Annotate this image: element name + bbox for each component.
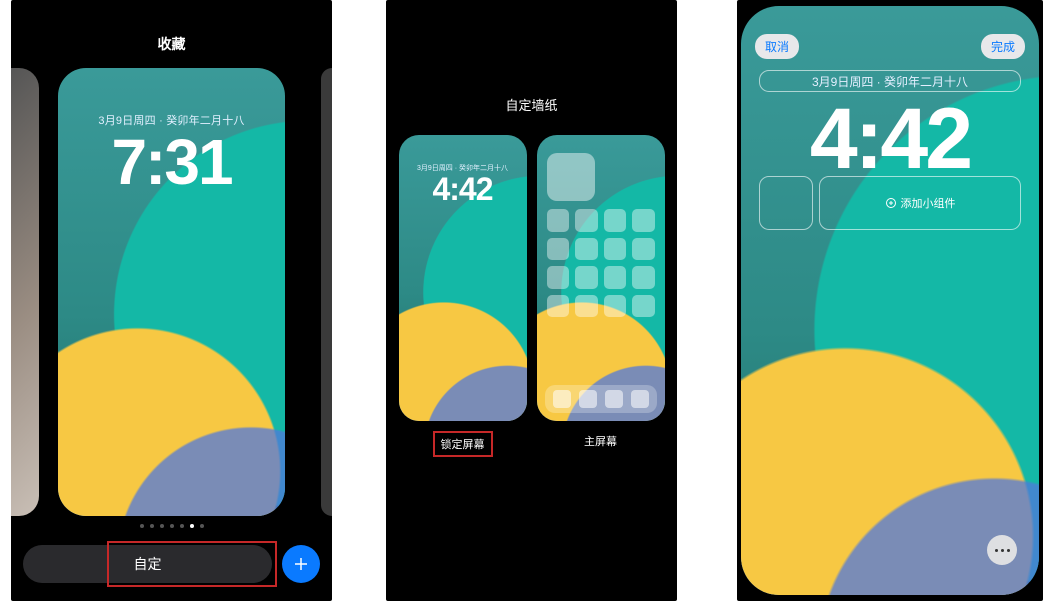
home-screen-label: 主屏幕 — [537, 433, 665, 449]
app-icon — [631, 390, 649, 408]
widget-slot-square[interactable] — [759, 176, 813, 230]
page-dot — [180, 524, 184, 528]
gallery-title: 收藏 — [11, 34, 332, 54]
app-icon — [547, 295, 570, 318]
app-icon — [547, 266, 570, 289]
page-dot — [140, 524, 144, 528]
highlight-box-lockscreen: 锁定屏幕 — [433, 431, 493, 457]
plus-icon — [292, 555, 310, 573]
lock-time-label: 7:31 — [58, 130, 285, 194]
app-icon — [632, 266, 655, 289]
ellipsis-dot — [1001, 549, 1004, 552]
app-icon — [547, 209, 570, 232]
add-widget-label: 添加小组件 — [901, 195, 956, 211]
current-wallpaper-card[interactable]: 3月9日周四 · 癸卯年二月十八 7:31 — [58, 68, 285, 516]
date-widget-slot[interactable]: 3月9日周四 · 癸卯年二月十八 — [759, 70, 1021, 92]
page-dot — [190, 524, 194, 528]
app-icon — [604, 295, 627, 318]
prev-wallpaper-peek[interactable] — [11, 68, 39, 516]
time-widget-slot[interactable]: 4:42 — [741, 96, 1039, 182]
page-dot — [200, 524, 204, 528]
home-screen-preview — [537, 135, 665, 421]
page-dot — [170, 524, 174, 528]
cancel-button[interactable]: 取消 — [755, 34, 799, 59]
plus-circle-icon — [885, 197, 897, 209]
page-dot — [150, 524, 154, 528]
app-icon — [605, 390, 623, 408]
dock — [545, 385, 657, 413]
page-dot — [160, 524, 164, 528]
page-indicator — [11, 515, 332, 533]
app-icon — [575, 295, 598, 318]
app-icon — [575, 266, 598, 289]
ellipsis-dot — [995, 549, 998, 552]
ellipsis-dot — [1007, 549, 1010, 552]
lock-time-label: 4:42 — [399, 173, 527, 205]
next-wallpaper-peek[interactable] — [321, 68, 332, 516]
add-wallpaper-button[interactable] — [282, 545, 320, 583]
app-icon — [632, 295, 655, 318]
home-screen-option[interactable]: 主屏幕 — [537, 135, 665, 457]
wallpaper-gallery-screen: 收藏 3月9日周四 · 癸卯年二月十八 7:31 自定 — [11, 0, 332, 601]
edit-lockscreen-screen: 取消 完成 3月9日周四 · 癸卯年二月十八 4:42 添加小组件 — [737, 0, 1043, 601]
app-icon — [547, 238, 570, 261]
lock-screen-label: 锁定屏幕 — [441, 439, 485, 451]
app-icon — [575, 209, 598, 232]
app-icon — [632, 238, 655, 261]
app-icon — [575, 238, 598, 261]
app-icon — [553, 390, 571, 408]
customize-button[interactable]: 自定 — [23, 545, 272, 583]
app-icon — [604, 266, 627, 289]
done-button[interactable]: 完成 — [981, 34, 1025, 59]
customize-wallpaper-screen: 自定墙纸 3月9日周四 · 癸卯年二月十八 4:42 锁定屏幕 — [386, 0, 677, 601]
more-options-button[interactable] — [987, 535, 1017, 565]
app-icon — [579, 390, 597, 408]
app-icon — [604, 209, 627, 232]
lock-screen-option[interactable]: 3月9日周四 · 癸卯年二月十八 4:42 锁定屏幕 — [399, 135, 527, 457]
widget-icon — [547, 153, 595, 201]
app-icon — [604, 238, 627, 261]
lock-date-label: 3月9日周四 · 癸卯年二月十八 — [812, 73, 968, 90]
app-icon — [632, 209, 655, 232]
add-widget-slot[interactable]: 添加小组件 — [819, 176, 1021, 230]
customize-title: 自定墙纸 — [386, 95, 677, 114]
